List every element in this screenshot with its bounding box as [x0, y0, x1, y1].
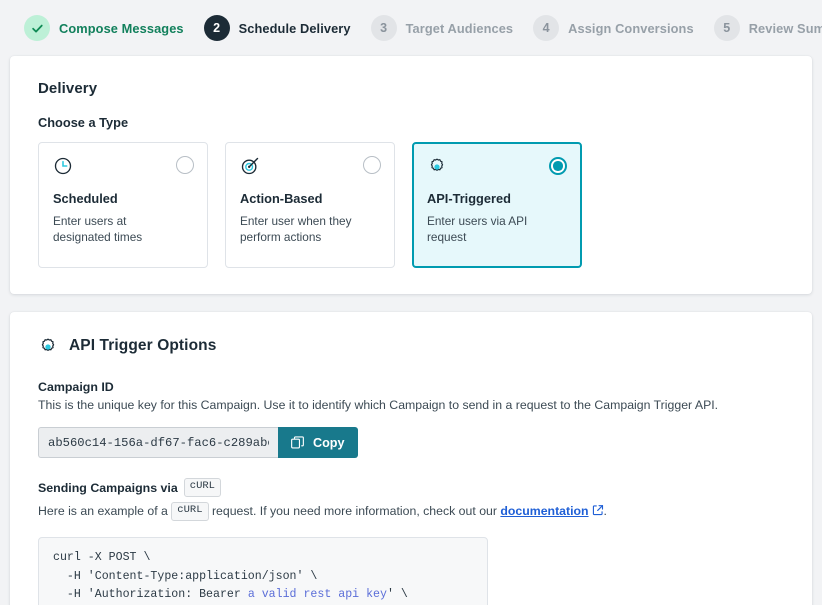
example-suffix: . [604, 504, 607, 518]
step-assign-conversions[interactable]: 4 Assign Conversions [523, 15, 704, 41]
curl-chip-heading: cURL [184, 478, 221, 497]
step-label-schedule-delivery: Schedule Delivery [239, 21, 351, 36]
step-review-summary[interactable]: 5 Review Summary [704, 15, 822, 41]
clock-icon [53, 156, 73, 176]
api-trigger-options-title: API Trigger Options [69, 337, 216, 355]
external-link-icon[interactable] [592, 504, 604, 516]
step-label-assign-conversions: Assign Conversions [568, 21, 694, 36]
api-trigger-options-card: API Trigger Options Campaign ID This is … [10, 312, 812, 605]
curl-code-block[interactable]: curl -X POST \ -H 'Content-Type:applicat… [38, 537, 488, 605]
gear-icon [38, 336, 58, 356]
campaign-id-input[interactable] [38, 427, 278, 458]
delivery-card: Delivery Choose a Type Scheduled Enter u… [10, 56, 812, 294]
delivery-type-options: Scheduled Enter users at designated time… [38, 142, 784, 268]
sending-campaigns-heading: Sending Campaigns via cURL [38, 478, 784, 497]
code-line-3-key: a valid rest api key [248, 588, 387, 601]
step-badge-4: 4 [533, 15, 559, 41]
delivery-type-name-action-based: Action-Based [240, 191, 380, 206]
code-line-1: curl -X POST \ [53, 551, 150, 564]
radio-api-triggered[interactable] [549, 157, 567, 175]
sending-campaigns-heading-text: Sending Campaigns via [38, 481, 178, 495]
copy-icon [290, 435, 305, 450]
curl-chip-inline: cURL [171, 502, 208, 521]
check-icon [31, 22, 44, 35]
step-schedule-delivery[interactable]: 2 Schedule Delivery [194, 15, 361, 41]
delivery-type-desc-scheduled: Enter users at designated times [53, 213, 181, 246]
delivery-type-desc-api-triggered: Enter users via API request [427, 213, 555, 246]
step-badge-5: 5 [714, 15, 740, 41]
code-line-3-post: ' \ [387, 588, 408, 601]
choose-a-type-label: Choose a Type [38, 115, 784, 130]
step-badge-check [24, 15, 50, 41]
campaign-id-row: Copy [38, 427, 784, 458]
radio-action-based[interactable] [363, 156, 381, 174]
delivery-type-name-api-triggered: API-Triggered [427, 191, 567, 206]
code-line-2: -H 'Content-Type:application/json' \ [53, 570, 317, 583]
delivery-type-scheduled[interactable]: Scheduled Enter users at designated time… [38, 142, 208, 268]
example-mid: request. If you need more information, c… [212, 504, 497, 518]
copy-button[interactable]: Copy [278, 427, 358, 458]
delivery-type-desc-action-based: Enter user when they perform actions [240, 213, 368, 246]
example-description: Here is an example of a cURL request. If… [38, 502, 784, 521]
step-label-compose-messages: Compose Messages [59, 21, 184, 36]
delivery-type-name-scheduled: Scheduled [53, 191, 193, 206]
step-badge-3: 3 [371, 15, 397, 41]
example-prefix: Here is an example of a [38, 504, 168, 518]
documentation-link-text: documentation [500, 504, 588, 518]
step-label-target-audiences: Target Audiences [406, 21, 514, 36]
campaign-id-help: This is the unique key for this Campaign… [38, 397, 784, 414]
documentation-link[interactable]: documentation [500, 504, 588, 518]
step-badge-2: 2 [204, 15, 230, 41]
step-compose-messages[interactable]: Compose Messages [14, 15, 194, 41]
wizard-stepper: Compose Messages 2 Schedule Delivery 3 T… [0, 0, 822, 56]
copy-button-label: Copy [313, 436, 344, 450]
gear-icon [427, 156, 447, 176]
step-label-review-summary: Review Summary [749, 21, 822, 36]
campaign-id-label: Campaign ID [38, 380, 784, 394]
code-line-3-pre: -H 'Authorization: Bearer [53, 588, 248, 601]
radio-scheduled[interactable] [176, 156, 194, 174]
delivery-type-action-based[interactable]: Action-Based Enter user when they perfor… [225, 142, 395, 268]
step-target-audiences[interactable]: 3 Target Audiences [361, 15, 524, 41]
target-icon [240, 156, 260, 176]
api-trigger-options-header: API Trigger Options [38, 336, 784, 356]
delivery-title: Delivery [38, 80, 784, 97]
delivery-type-api-triggered[interactable]: API-Triggered Enter users via API reques… [412, 142, 582, 268]
